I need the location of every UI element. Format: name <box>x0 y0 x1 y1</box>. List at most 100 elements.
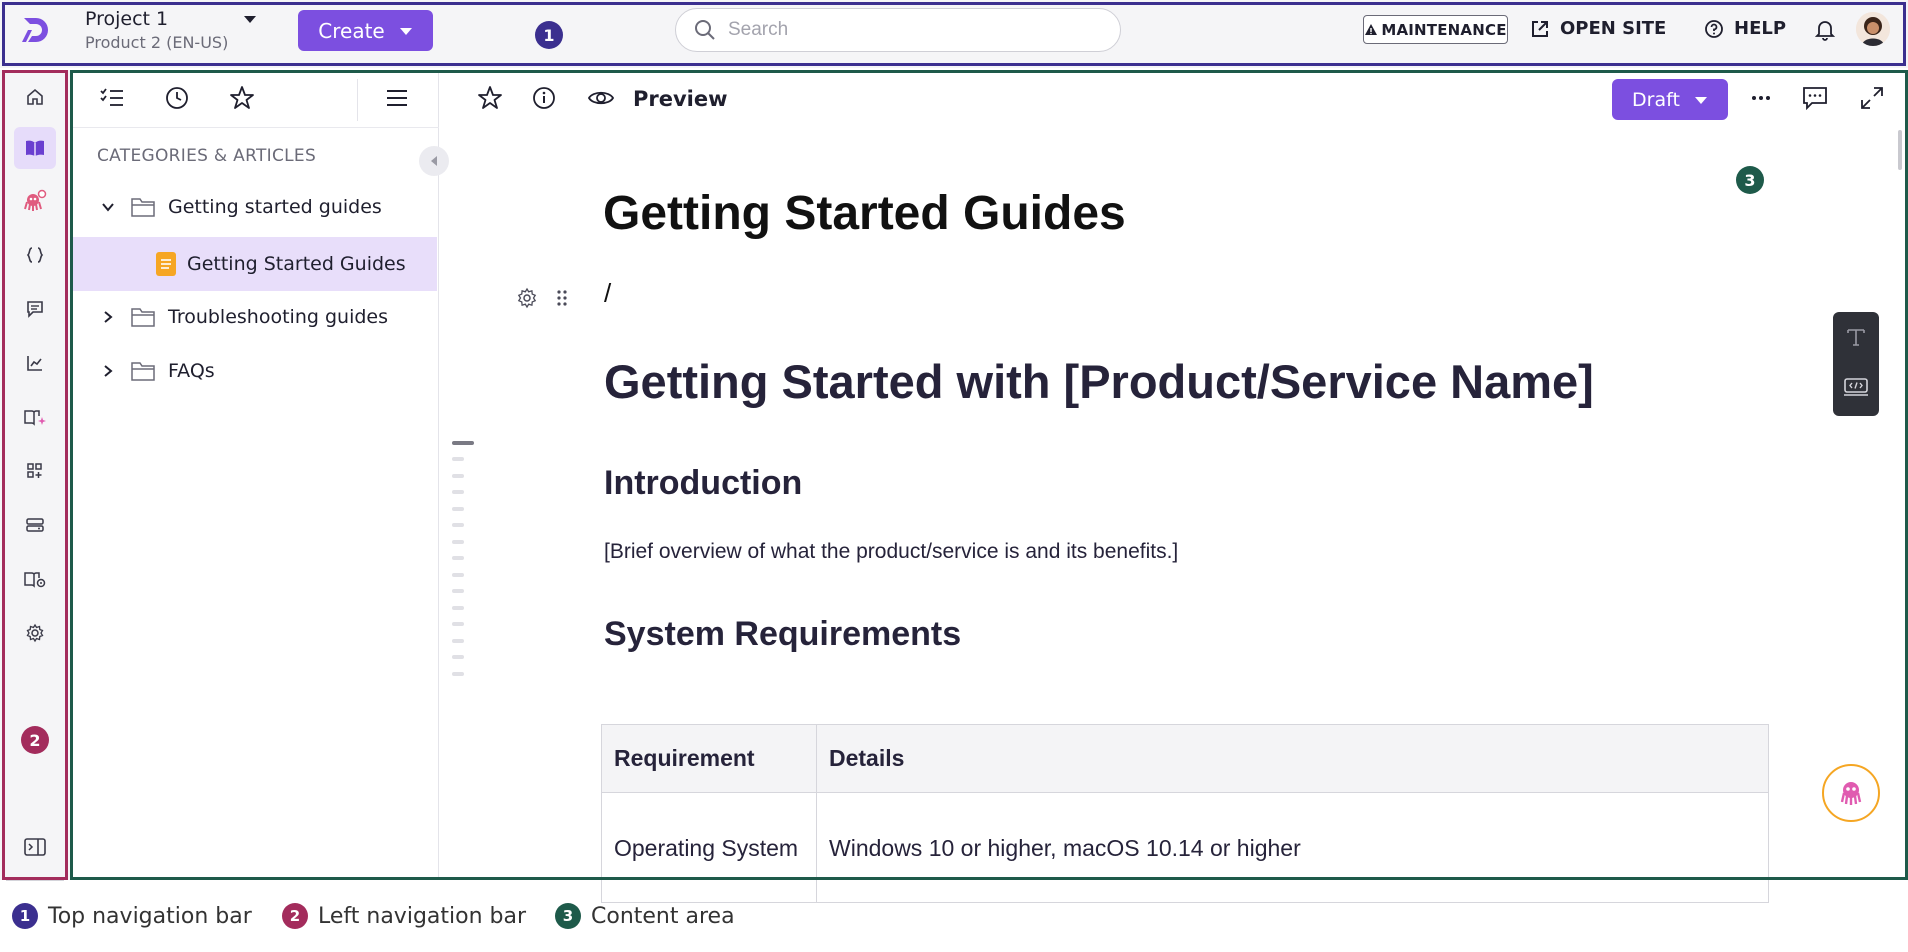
clock-icon[interactable] <box>162 83 192 113</box>
heading-1[interactable]: Getting Started with [Product/Service Na… <box>604 354 1594 409</box>
outline-marker[interactable] <box>452 589 464 593</box>
table-header-cell[interactable]: Requirement <box>601 724 817 793</box>
article-icon <box>155 251 177 277</box>
table-cell[interactable]: Windows 10 or higher, macOS 10.14 or hig… <box>816 792 1769 903</box>
callout-badge-top: 1 <box>535 21 563 49</box>
outline-marker[interactable] <box>452 507 464 511</box>
assistant-bot-button[interactable] <box>1822 764 1880 822</box>
book-icon[interactable] <box>14 127 56 169</box>
outline-marker[interactable] <box>452 490 464 494</box>
legend-item-top-nav: 1 Top navigation bar <box>12 903 252 929</box>
star-icon[interactable] <box>227 83 257 113</box>
legend-label: Left navigation bar <box>318 903 527 929</box>
bell-icon[interactable] <box>1815 19 1835 41</box>
open-site-link[interactable]: OPEN SITE <box>1530 18 1666 39</box>
chevron-down-icon[interactable] <box>98 197 118 217</box>
tree-folder-faqs[interactable]: FAQs <box>73 345 437 397</box>
legend-item-content: 3 Content area <box>555 903 735 929</box>
outline-marker[interactable] <box>452 540 464 544</box>
bot-icon[interactable] <box>14 180 56 222</box>
tree-item-label: FAQs <box>168 360 215 382</box>
folder-icon <box>130 360 156 382</box>
chevron-down-icon <box>1694 95 1708 105</box>
scrollbar[interactable] <box>1898 130 1902 170</box>
project-title[interactable]: Project 1 <box>85 8 168 30</box>
callout-badge-left: 2 <box>21 726 49 754</box>
left-navigation-bar <box>0 70 70 881</box>
app-logo-icon[interactable] <box>18 14 50 46</box>
expand-icon[interactable] <box>1858 84 1886 112</box>
home-icon[interactable] <box>14 76 56 118</box>
help-label: HELP <box>1734 18 1787 39</box>
project-subtitle[interactable]: Product 2 (EN-US) <box>85 33 228 52</box>
search-box[interactable] <box>675 8 1121 52</box>
apps-add-icon[interactable] <box>14 450 56 492</box>
heading-introduction[interactable]: Introduction <box>604 464 802 503</box>
outline-marker[interactable] <box>452 474 464 478</box>
block-settings-icon[interactable] <box>516 287 538 309</box>
outline-marker[interactable] <box>452 556 464 560</box>
tree-article-getting-started[interactable]: Getting Started Guides <box>73 237 437 291</box>
folder-icon <box>130 196 156 218</box>
article-title[interactable]: Getting Started Guides <box>603 186 1126 241</box>
gear-icon[interactable] <box>14 612 56 654</box>
table-header-cell[interactable]: Details <box>816 724 1769 793</box>
chevron-right-icon[interactable] <box>98 307 118 327</box>
drag-handle-icon[interactable] <box>555 288 569 308</box>
outline-marker[interactable] <box>452 606 464 610</box>
outline-marker-active[interactable] <box>452 441 474 445</box>
open-site-label: OPEN SITE <box>1560 18 1667 39</box>
search-input[interactable] <box>728 19 1088 41</box>
ai-article-icon[interactable] <box>14 396 56 438</box>
outline-marker[interactable] <box>452 622 464 626</box>
outline-marker[interactable] <box>452 523 464 527</box>
legend-item-left-nav: 2 Left navigation bar <box>282 903 526 929</box>
external-link-icon <box>1530 19 1550 39</box>
create-button[interactable]: Create <box>298 10 433 51</box>
help-link[interactable]: HELP <box>1704 18 1786 39</box>
outline-marker[interactable] <box>452 655 464 659</box>
info-icon[interactable] <box>530 84 558 112</box>
storage-icon[interactable] <box>14 504 56 546</box>
tree-folder-getting-started[interactable]: Getting started guides <box>73 181 437 233</box>
panel-toggle-icon[interactable] <box>14 826 56 868</box>
avatar[interactable] <box>1856 12 1890 46</box>
outline-marker[interactable] <box>452 457 464 461</box>
heading-system-requirements[interactable]: System Requirements <box>604 615 961 654</box>
callout-badge-content: 3 <box>1736 166 1764 194</box>
top-navigation-bar: Project 1 Product 2 (EN-US) Create MAINT… <box>0 0 1908 68</box>
maintenance-label: MAINTENANCE <box>1381 20 1507 39</box>
draft-status-button[interactable]: Draft <box>1612 79 1728 120</box>
create-button-label: Create <box>318 18 385 43</box>
preview-button[interactable]: Preview <box>633 87 728 111</box>
requirements-table[interactable]: Requirement Details Operating System Win… <box>601 724 1769 903</box>
outline-marker[interactable] <box>452 573 464 577</box>
site-settings-icon[interactable] <box>14 558 56 600</box>
maintenance-badge[interactable]: MAINTENANCE <box>1363 15 1508 44</box>
outline-marker[interactable] <box>452 639 464 643</box>
outline-marker[interactable] <box>452 672 464 676</box>
tree-toolbar <box>73 73 439 128</box>
search-icon <box>694 19 716 41</box>
comment-icon[interactable] <box>14 288 56 330</box>
chevron-right-icon[interactable] <box>98 361 118 381</box>
slash-command-line[interactable]: / <box>604 278 611 309</box>
tree-item-label: Getting started guides <box>168 196 382 218</box>
more-options-icon[interactable] <box>1747 84 1775 112</box>
eye-icon[interactable] <box>587 84 615 112</box>
categories-articles-panel: CATEGORIES & ARTICLES Getting started gu… <box>73 73 439 877</box>
tree-folder-troubleshooting[interactable]: Troubleshooting guides <box>73 291 437 343</box>
favorite-star-icon[interactable] <box>476 84 504 112</box>
comments-icon[interactable] <box>1801 84 1829 112</box>
checklist-icon[interactable] <box>97 83 127 113</box>
text-format-icon[interactable] <box>1833 312 1879 362</box>
project-caret-icon[interactable] <box>242 13 258 25</box>
analytics-icon[interactable] <box>14 342 56 384</box>
menu-icon[interactable] <box>382 83 412 113</box>
code-braces-icon[interactable] <box>14 234 56 276</box>
table-cell[interactable]: Operating System <box>601 792 817 903</box>
collapse-panel-button[interactable] <box>419 146 449 176</box>
embed-code-icon[interactable] <box>1833 362 1879 412</box>
intro-paragraph[interactable]: [Brief overview of what the product/serv… <box>604 540 1178 564</box>
tree-item-label: Troubleshooting guides <box>168 306 388 328</box>
